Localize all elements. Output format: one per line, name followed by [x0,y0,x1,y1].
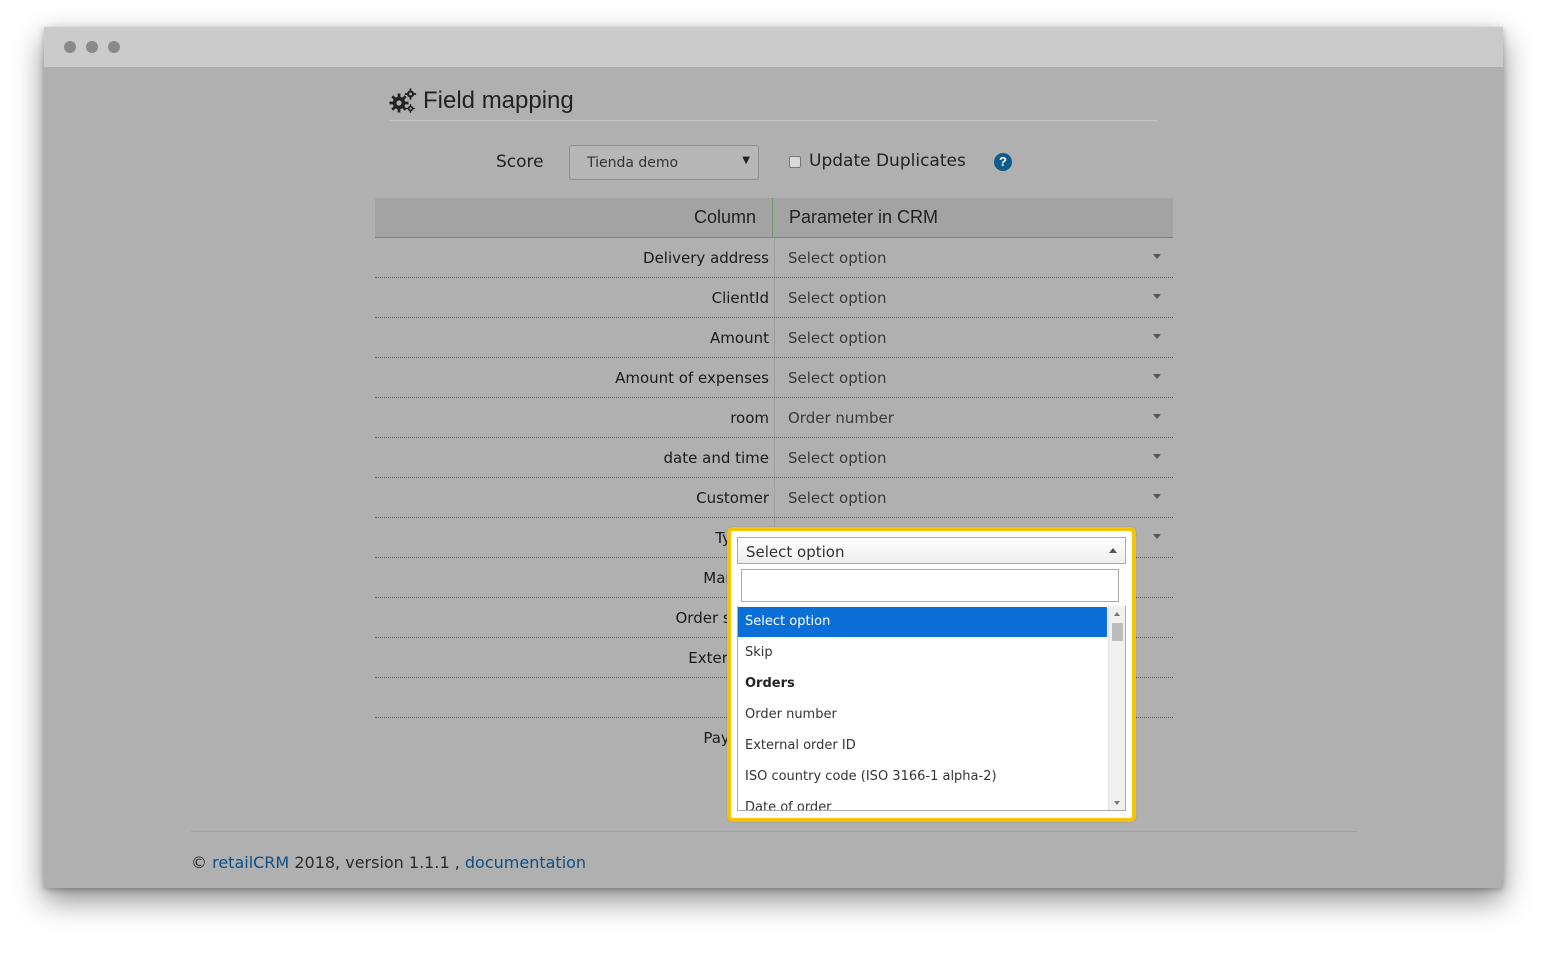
parameter-select[interactable]: Select option [774,438,1173,477]
window-titlebar [44,27,1503,67]
dropdown-options-list[interactable]: Select option Skip Orders Order number Exter… [737,606,1126,811]
caret-down-icon [1153,254,1161,259]
parameter-select-value: Select option [788,289,887,307]
documentation-link[interactable]: documentation [465,853,586,872]
retailcrm-link[interactable]: retailCRM [212,853,289,872]
update-duplicates-label[interactable]: Update Duplicates [809,151,966,171]
parameter-select[interactable]: Select option [774,278,1173,317]
window-close-dot[interactable] [64,41,76,53]
column-label: ClientId [711,289,769,307]
update-duplicates-checkbox[interactable] [789,156,801,168]
parameter-select[interactable]: Select option [774,358,1173,397]
caret-down-icon [1153,454,1161,459]
dropdown-option[interactable]: Order number [738,700,1107,730]
table-row: Customer Select option [375,478,1173,518]
caret-down-icon [1153,294,1161,299]
column-header: Column [375,198,773,238]
scroll-up-icon[interactable] [1114,612,1120,616]
parameter-header: Parameter in CRM [789,207,939,227]
parameter-select-value: Select option [788,329,887,347]
footer-divider [191,831,1357,832]
table-row: date and time Select option [375,438,1173,478]
gears-icon [389,88,417,113]
parameter-select[interactable]: Order number [774,398,1173,437]
caret-down-icon [1153,534,1161,539]
column-label: Amount [710,329,769,347]
dropdown-option[interactable]: ISO country code (ISO 3166-1 alpha-2) [738,762,1107,792]
column-label: Amount of expenses [615,369,769,387]
copyright-symbol: © [191,853,207,872]
table-row: Amount Select option [375,318,1173,358]
column-label: Customer [696,489,769,507]
table-row: ClientId Select option [375,278,1173,318]
page-title: Field mapping [423,87,574,114]
window-maximize-dot[interactable] [108,41,120,53]
caret-down-icon [1153,374,1161,379]
parameter-select-value: Select option [788,369,887,387]
table-row: room Order number [375,398,1173,438]
parameter-select-value: Select option [788,449,887,467]
parameter-select[interactable]: Select option [774,238,1173,277]
option-group-label: Orders [745,676,795,691]
parameter-select-value: Order number [788,409,894,427]
caret-down-icon: ▼ [742,155,750,166]
scroll-down-icon[interactable] [1114,801,1120,805]
page-heading: Field mapping [389,85,1157,121]
dropdown-scrollbar[interactable] [1108,606,1125,810]
manager-select-value: Select option [746,543,845,561]
store-select-value: Tienda demo [587,155,679,171]
column-label: date and time [663,449,769,467]
parameter-select-value: Select option [788,489,887,507]
caret-down-icon [1153,334,1161,339]
column-label: Delivery address [643,249,769,267]
manager-dropdown-open: Select option Select option Skip Orders Ord… [727,527,1136,822]
parameter-select[interactable]: Select option [774,318,1173,357]
score-label: Score [496,152,544,172]
table-row: Delivery address Select option [375,238,1173,278]
dropdown-option[interactable]: Date of order [738,793,1107,810]
caret-up-icon [1109,548,1117,553]
parameter-select[interactable]: Select option [774,478,1173,517]
mapping-table-header: Column Parameter in CRM [375,198,1173,238]
help-icon[interactable]: ? [994,153,1012,171]
dropdown-search-input[interactable] [741,569,1119,602]
dropdown-option[interactable]: Skip [738,638,1107,668]
column-label: room [730,409,769,427]
parameter-select-value: Select option [788,249,887,267]
store-select[interactable]: Tienda demo ▼ [569,145,759,180]
footer: © retailCRM 2018, version 1.1.1 , docume… [191,853,586,872]
caret-down-icon [1153,414,1161,419]
dropdown-option[interactable]: Select option [738,607,1107,637]
window-minimize-dot[interactable] [86,41,98,53]
scrollbar-thumb[interactable] [1112,623,1123,641]
caret-down-icon [1153,494,1161,499]
dropdown-option[interactable]: External order ID [738,731,1107,761]
manager-select[interactable]: Select option [737,537,1126,564]
table-row: Amount of expenses Select option [375,358,1173,398]
version-text: 2018, version 1.1.1 , [294,853,460,872]
